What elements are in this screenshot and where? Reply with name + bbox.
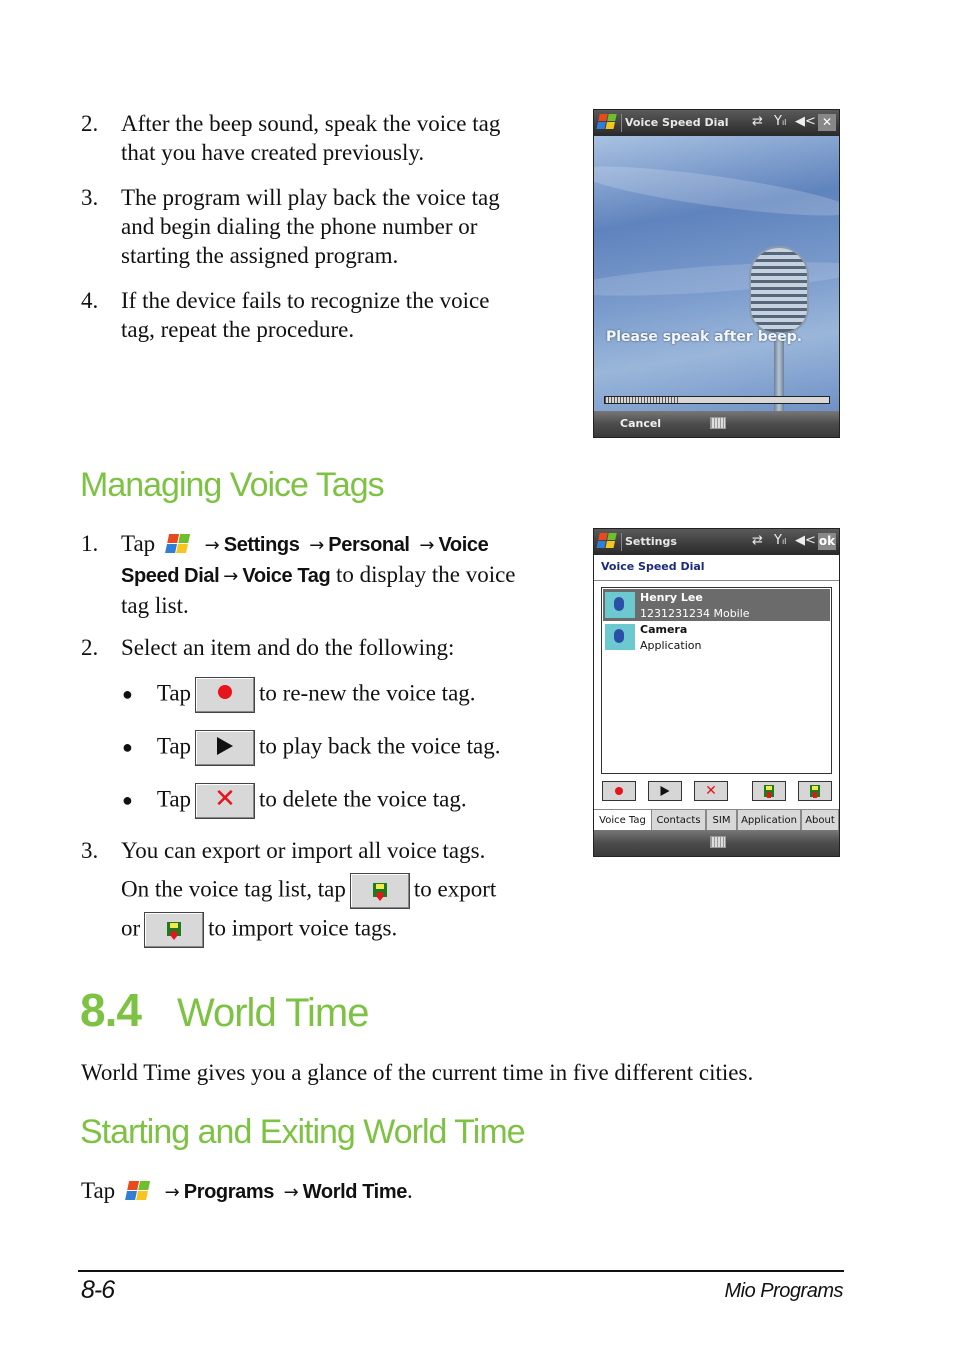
- speak-prompt: Please speak after beep.: [606, 329, 803, 345]
- arrow-icon: →: [204, 535, 220, 556]
- import-button[interactable]: [798, 781, 832, 801]
- delete-icon: ✕: [195, 783, 256, 819]
- tab-sim[interactable]: SIM: [706, 810, 737, 832]
- managing-step-2: 2. Select an item and do the following:: [81, 635, 455, 660]
- separator: [621, 114, 622, 132]
- section-heading-managing-voice-tags: Managing Voice Tags: [80, 466, 385, 504]
- keyboard-icon[interactable]: [710, 417, 726, 429]
- page-number: 8-6: [81, 1276, 115, 1304]
- play-button[interactable]: [648, 781, 682, 801]
- bullet-record: ● Tap to re-new the voice tag.: [122, 677, 476, 713]
- tab-contacts[interactable]: Contacts: [651, 810, 706, 832]
- start-flag-icon[interactable]: [596, 533, 617, 549]
- divider: [594, 580, 839, 581]
- chapter-name: Mio Programs: [724, 1280, 844, 1302]
- world-time-instruction: Tap → Programs → World Time.: [81, 1178, 413, 1203]
- voice-tag-list-screenshot: Settings ⇄ Yıl ◀< ok Voice Speed Dial He…: [593, 528, 840, 857]
- window-title: Voice Speed Dial: [625, 116, 729, 129]
- close-icon[interactable]: ✕: [818, 114, 836, 131]
- connectivity-icon[interactable]: ⇄: [752, 533, 763, 548]
- progress-fill: [605, 397, 679, 403]
- delete-button[interactable]: ✕: [694, 781, 728, 801]
- tab-application[interactable]: Application: [737, 810, 801, 832]
- start-flag-icon: [124, 1181, 151, 1201]
- bullet-play: ● Tap to play back the voice tag.: [122, 730, 500, 766]
- sub-heading-starting-exiting: Starting and Exiting World Time: [80, 1113, 526, 1151]
- signal-icon[interactable]: Yıl: [774, 533, 786, 548]
- ok-button[interactable]: ok: [818, 533, 836, 550]
- window-title: Settings: [625, 535, 677, 548]
- export-button[interactable]: [752, 781, 786, 801]
- title-bar: Voice Speed Dial ⇄ Yıl ◀< ✕: [594, 110, 839, 136]
- voice-speed-dial-screenshot: Voice Speed Dial ⇄ Yıl ◀< ✕ Please speak…: [593, 109, 840, 438]
- tab-about[interactable]: About: [801, 810, 839, 832]
- bullet-delete: ● Tap ✕ to delete the voice tag.: [122, 783, 467, 819]
- start-flag-icon: [164, 534, 191, 554]
- separator: [621, 533, 622, 551]
- arrow-icon: →: [283, 1182, 299, 1203]
- softkey-bar: Cancel: [594, 411, 839, 437]
- tab-bar: Voice Tag Contacts SIM Application About: [594, 809, 839, 832]
- section-number: 8.4: [80, 984, 142, 1036]
- step-4: 4. If the device fails to recognize the …: [81, 288, 490, 342]
- world-time-intro: World Time gives you a glance of the cur…: [81, 1060, 754, 1085]
- keyboard-icon[interactable]: [710, 836, 726, 848]
- toolbar: ✕: [594, 781, 839, 801]
- microphone-icon: [605, 624, 635, 650]
- signal-icon[interactable]: Yıl: [774, 114, 786, 129]
- managing-step-1: 1. Tap → Settings → Personal → Voice Speed …: [81, 531, 516, 618]
- cancel-softkey[interactable]: Cancel: [620, 417, 661, 430]
- list-item[interactable]: Camera Application: [603, 622, 830, 654]
- volume-icon[interactable]: ◀<: [795, 114, 816, 129]
- tab-voice-tag[interactable]: Voice Tag: [594, 810, 651, 832]
- title-bar: Settings ⇄ Yıl ◀< ok: [594, 529, 839, 555]
- arrow-icon: →: [164, 1182, 180, 1203]
- background-image: Please speak after beep.: [594, 136, 839, 437]
- volume-icon[interactable]: ◀<: [795, 533, 816, 548]
- managing-step-3: 3. You can export or import all voice ta…: [81, 836, 551, 948]
- start-flag-icon[interactable]: [596, 114, 617, 130]
- footer-rule: [78, 1270, 844, 1272]
- step-2: 2. After the beep sound, speak the voice…: [81, 111, 501, 165]
- record-button[interactable]: [602, 781, 636, 801]
- import-icon: [144, 912, 205, 948]
- arrow-icon: →: [223, 566, 239, 587]
- arrow-icon: →: [309, 535, 325, 556]
- play-icon: [195, 730, 256, 766]
- export-icon: [349, 873, 410, 909]
- section-title: Voice Speed Dial: [601, 560, 705, 573]
- section-title: World Time: [176, 991, 370, 1035]
- voice-tag-list: Henry Lee 1231231234 Mobile Camera Appli…: [601, 587, 832, 774]
- chapter-heading: 8.4 World Time: [80, 983, 370, 1037]
- list-item[interactable]: Henry Lee 1231231234 Mobile: [603, 589, 830, 621]
- softkey-bar: [594, 830, 839, 856]
- step-3: 3. The program will play back the voice …: [81, 185, 500, 268]
- arrow-icon: →: [419, 535, 435, 556]
- progress-bar: [604, 396, 830, 404]
- record-icon: [195, 677, 256, 713]
- microphone-icon: [605, 592, 635, 618]
- connectivity-icon[interactable]: ⇄: [752, 114, 763, 129]
